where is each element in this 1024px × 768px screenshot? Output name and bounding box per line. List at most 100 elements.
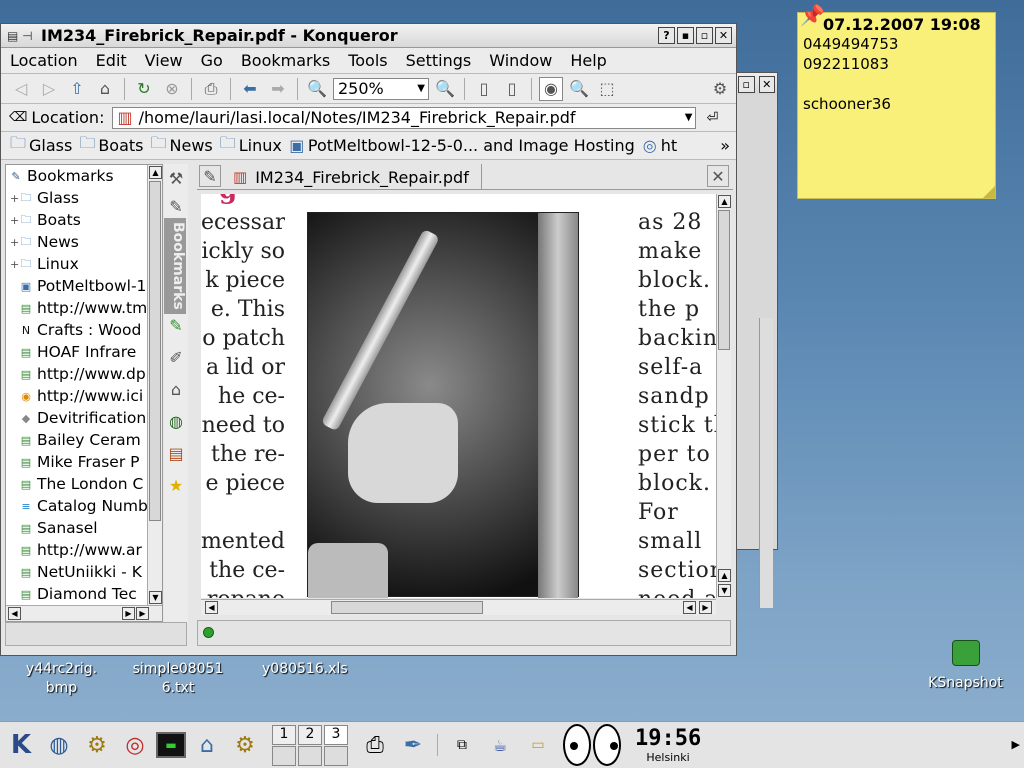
desktop-icon-bmp[interactable]: y44rc2rig. bmp [14, 652, 109, 698]
sidebar-item[interactable]: + 🗀 Boats [6, 209, 162, 231]
back-icon[interactable]: ◁ [9, 77, 33, 101]
desktop-2[interactable]: 2 [298, 724, 322, 745]
scroll-down-icon[interactable]: ▼ [718, 584, 731, 597]
tab-pdf[interactable]: ▥ IM234_Firebrick_Repair.pdf [229, 164, 482, 190]
sidebar-item[interactable]: ≡ Catalog Numb [6, 495, 162, 517]
sidebar-item[interactable]: ◆ Devitrification [6, 407, 162, 429]
scroll-left-icon[interactable]: ◀ [8, 607, 21, 620]
menu-view[interactable]: View [136, 51, 192, 70]
home-icon[interactable]: ⌂ [164, 378, 188, 402]
bookmark-glass[interactable]: Glass [29, 136, 72, 155]
menu-window[interactable]: Window [480, 51, 561, 70]
sidebar-item[interactable]: N Crafts : Wood [6, 319, 162, 341]
printer-icon[interactable]: ⎙ [358, 728, 392, 762]
pdf-vscrollbar[interactable]: ▲ ▲ ▼ [716, 194, 731, 598]
menu-go[interactable]: Go [192, 51, 232, 70]
scroll-left-icon[interactable]: ◀ [683, 601, 696, 614]
desktop-3[interactable]: 3 [324, 724, 348, 745]
single-page-icon[interactable]: ▯ [472, 77, 496, 101]
sidebar-scrollbar[interactable]: ▲ ▼ [147, 165, 162, 605]
more-bookmarks-icon[interactable]: » [720, 136, 730, 155]
usb-icon[interactable]: ▭ [521, 728, 555, 762]
mouse-select-icon[interactable]: ◉ [539, 76, 563, 101]
scroll-down-icon[interactable]: ▼ [149, 591, 162, 604]
bookmark-boats[interactable]: Boats [98, 136, 143, 155]
clock[interactable]: 19:56 Helsinki [635, 726, 701, 764]
close-tab-icon[interactable]: ✕ [707, 165, 729, 187]
expand-icon[interactable]: + [10, 236, 19, 249]
maximize-button[interactable]: ▫ [696, 27, 713, 44]
bookmarks-tab-icon[interactable]: ✎ [164, 194, 188, 218]
network-icon[interactable]: ⧉ [445, 728, 479, 762]
bookmarks-tab[interactable]: Bookmarks [164, 218, 186, 314]
scroll-left-icon[interactable]: ◀ [205, 601, 218, 614]
sidebar-item[interactable]: ▤ Sanasel [6, 517, 162, 539]
sidebar-item[interactable]: ▤ Bailey Ceram [6, 429, 162, 451]
gear-icon[interactable]: ⚙ [80, 728, 114, 762]
sidebar-item[interactable]: + 🗀 Glass [6, 187, 162, 209]
sidebar-item[interactable]: ▤ HOAF Infrare [6, 341, 162, 363]
selection-tool-icon[interactable]: ⬚ [595, 77, 619, 101]
sidebar-item[interactable]: ◉ http://www.ici [6, 385, 162, 407]
background-window[interactable]: ▫ ✕ [735, 72, 778, 608]
media-icon[interactable]: ▤ [164, 442, 188, 466]
sidebar-item[interactable]: ▤ http://www.ar [6, 539, 162, 561]
settings-icon[interactable]: ⚙ [228, 728, 262, 762]
desktop-1[interactable]: 1 [272, 724, 296, 745]
zoom-in-icon[interactable]: 🔍 [305, 77, 329, 101]
pdf-viewer[interactable]: g ecessary ickly so k piece e. This o patch a… [201, 194, 716, 598]
taskbar-arrow-icon[interactable]: ▶ [1012, 738, 1020, 751]
sidebar-item[interactable]: ▤ NetUniikki - K [6, 561, 162, 583]
scrollbar[interactable] [759, 318, 773, 608]
sidebar-item[interactable]: ▤ http://www.tm [6, 297, 162, 319]
minimize-button[interactable]: ▪ [677, 27, 694, 44]
menu-edit[interactable]: Edit [87, 51, 136, 70]
konqueror-window[interactable]: ▤ ⊣ IM234_Firebrick_Repair.pdf - Konquer… [0, 23, 737, 656]
facing-pages-icon[interactable]: ▯ [500, 77, 524, 101]
desktop-icon-xls[interactable]: y080516.xls [262, 652, 348, 679]
help-button[interactable]: ? [658, 27, 675, 44]
desktop-icon-ksnapshot[interactable]: KSnapshot [918, 640, 1013, 693]
expand-icon[interactable]: + [10, 192, 19, 205]
menu-bookmarks[interactable]: Bookmarks [232, 51, 339, 70]
notes-icon[interactable]: ✐ [164, 346, 188, 370]
stop-icon[interactable]: ⊗ [160, 77, 184, 101]
scroll-up-icon[interactable]: ▲ [718, 195, 731, 208]
sidebar-item[interactable]: ▤ http://www.dp [6, 363, 162, 385]
gear-icon[interactable]: ⚙ [708, 77, 732, 101]
scroll-right-icon[interactable]: ▶ [122, 607, 135, 620]
star-icon[interactable]: ★ [164, 474, 188, 498]
bookmark-potmeltbowl[interactable]: PotMeltbowl-12-5-0... and Image Hosting [308, 136, 635, 155]
scroll-up-icon[interactable]: ▲ [718, 569, 731, 582]
coffee-icon[interactable]: ☕ [483, 728, 517, 762]
maximize-icon[interactable]: ▫ [738, 75, 755, 93]
previous-page-icon[interactable]: ⬅ [238, 77, 262, 101]
home-icon[interactable]: ⌂ [93, 77, 117, 101]
close-icon[interactable]: ✕ [758, 75, 775, 93]
kde-menu-icon[interactable]: K [4, 728, 38, 762]
zoom-select[interactable]: 250% ▼ [333, 77, 429, 100]
sticky-note[interactable]: 07.12.2007 19:08 0449494753 092211083 sc… [797, 3, 996, 199]
file-manager-icon[interactable]: ⌂ [190, 728, 224, 762]
scroll-up-icon[interactable]: ▲ [149, 166, 162, 179]
up-icon[interactable]: ⇧ [65, 77, 89, 101]
pdf-hscrollbar[interactable]: ◀ ◀ ▶ [201, 599, 716, 615]
resize-grip[interactable] [983, 186, 995, 198]
menu-settings[interactable]: Settings [397, 51, 481, 70]
zoom-out-icon[interactable]: 🔍 [433, 77, 457, 101]
next-page-icon[interactable]: ➡ [266, 77, 290, 101]
scroll-right-icon[interactable]: ▶ [136, 607, 149, 620]
pin-icon[interactable]: 📌 [800, 3, 825, 27]
terminal-icon[interactable]: ▬ [156, 732, 186, 758]
chevron-down-icon[interactable]: ▼ [685, 112, 693, 123]
title-bar[interactable]: ▤ ⊣ IM234_Firebrick_Repair.pdf - Konquer… [1, 24, 736, 48]
scroll-thumb[interactable] [149, 181, 161, 521]
desktop-icon-txt[interactable]: simple08051 6.txt [124, 652, 232, 698]
scroll-right-icon[interactable]: ▶ [699, 601, 712, 614]
globe-icon[interactable]: ◍ [164, 410, 188, 434]
new-tab-icon[interactable]: ✎ [199, 165, 221, 187]
bookmark-linux[interactable]: Linux [239, 136, 282, 155]
sidebar-hscrollbar[interactable]: ◀ ▶ ▶ [6, 605, 162, 621]
menu-help[interactable]: Help [561, 51, 615, 70]
browser-icon[interactable]: ◍ [42, 728, 76, 762]
